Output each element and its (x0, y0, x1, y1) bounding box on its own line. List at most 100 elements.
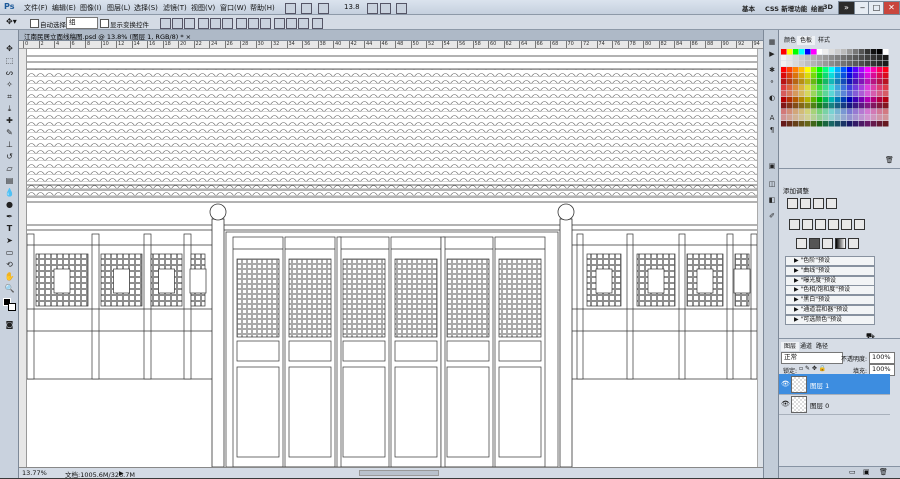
color-swatch[interactable] (787, 85, 793, 91)
color-swatch[interactable] (805, 109, 811, 115)
vibrance-icon[interactable] (789, 219, 800, 230)
color-swatch[interactable] (805, 103, 811, 109)
color-swatch[interactable] (817, 121, 823, 127)
auto-select-dropdown[interactable]: 组 (66, 17, 98, 29)
minibridge-icon[interactable] (301, 3, 312, 14)
color-swatch[interactable] (835, 121, 841, 127)
color-swatch[interactable] (865, 49, 871, 55)
shape-icon[interactable]: ▭ (3, 248, 16, 258)
color-swatch[interactable] (823, 103, 829, 109)
color-swatch[interactable] (871, 121, 877, 127)
color-swatch[interactable] (787, 61, 793, 67)
color-swatch[interactable] (799, 61, 805, 67)
color-swatch[interactable] (853, 79, 859, 85)
color-swatch[interactable] (781, 73, 787, 79)
color-swatch[interactable] (805, 115, 811, 121)
menu-image[interactable]: 图像(I) (80, 3, 102, 13)
hue-sat-icon[interactable] (802, 219, 813, 230)
color-swatch[interactable] (823, 73, 829, 79)
color-swatch[interactable] (883, 67, 889, 73)
blend-mode-dropdown[interactable]: 正常 (781, 352, 843, 364)
threshold-icon[interactable] (822, 238, 833, 249)
color-swatch[interactable] (883, 73, 889, 79)
show-transform-checkbox[interactable] (100, 19, 109, 28)
menu-view[interactable]: 视图(V) (191, 3, 215, 13)
color-swatch[interactable] (859, 55, 865, 61)
color-swatch[interactable] (799, 79, 805, 85)
adjustment-preset-item[interactable]: ▶ "色相/饱和度"预设 (785, 285, 875, 296)
color-swatch[interactable] (847, 121, 853, 127)
paragraph-panel-icon[interactable]: ¶ (767, 126, 777, 135)
color-swatch[interactable] (823, 67, 829, 73)
align-bottom-icon[interactable] (184, 18, 195, 29)
color-swatch[interactable] (859, 115, 865, 121)
color-swatch[interactable] (811, 115, 817, 121)
color-swatch[interactable] (871, 55, 877, 61)
color-swatch[interactable] (781, 79, 787, 85)
color-swatch[interactable] (871, 73, 877, 79)
color-swatch[interactable] (859, 109, 865, 115)
color-swatch[interactable] (847, 103, 853, 109)
color-swatch[interactable] (859, 97, 865, 103)
color-swatch[interactable] (787, 91, 793, 97)
color-swatch[interactable] (877, 79, 883, 85)
levels-icon[interactable] (800, 198, 811, 209)
hand-icon[interactable]: ✋ (3, 272, 16, 282)
magic-wand-icon[interactable]: ✧ (3, 80, 16, 90)
move-tool-icon[interactable]: ✥ (3, 44, 16, 54)
color-swatch[interactable] (781, 97, 787, 103)
color-swatch[interactable] (829, 55, 835, 61)
color-swatch[interactable] (841, 85, 847, 91)
menu-file[interactable]: 文件(F) (24, 3, 48, 13)
color-swatch[interactable] (787, 73, 793, 79)
color-swatch[interactable] (877, 91, 883, 97)
color-swatch[interactable] (817, 97, 823, 103)
navigator-panel-icon[interactable]: ◫ (767, 180, 777, 189)
color-swatch[interactable] (787, 97, 793, 103)
color-swatch[interactable] (811, 97, 817, 103)
auto-select-checkbox[interactable] (30, 19, 39, 28)
color-swatch[interactable] (823, 97, 829, 103)
adjustment-preset-item[interactable]: ▶ "色阶"预设 (785, 256, 875, 266)
color-swatch[interactable] (793, 121, 799, 127)
color-swatch[interactable] (787, 79, 793, 85)
color-swatch[interactable] (865, 103, 871, 109)
color-swatch[interactable] (883, 49, 889, 55)
color-swatch[interactable] (829, 103, 835, 109)
color-swatch[interactable] (817, 55, 823, 61)
color-swatch[interactable] (805, 49, 811, 55)
color-swatch[interactable] (799, 103, 805, 109)
color-swatch[interactable] (823, 121, 829, 127)
color-swatch[interactable] (853, 85, 859, 91)
color-swatch[interactable] (841, 91, 847, 97)
color-swatch[interactable] (853, 109, 859, 115)
color-swatch[interactable] (847, 73, 853, 79)
color-swatch[interactable] (865, 67, 871, 73)
color-swatch[interactable] (883, 115, 889, 121)
color-swatch[interactable] (871, 115, 877, 121)
zoom-icon[interactable]: 🔍 (3, 284, 16, 294)
color-swatch[interactable] (847, 109, 853, 115)
eraser-icon[interactable]: ▱ (3, 164, 16, 174)
color-swatch[interactable] (841, 79, 847, 85)
lock-icons[interactable]: ▫ ✎ ✥ 🔒 (799, 365, 826, 372)
color-swatch[interactable] (787, 103, 793, 109)
layer-row[interactable]: 👁 图层 0 (779, 394, 890, 415)
color-swatch[interactable] (823, 55, 829, 61)
color-swatch[interactable] (787, 49, 793, 55)
color-swatch[interactable] (865, 115, 871, 121)
color-swatch[interactable] (799, 91, 805, 97)
history-brush-icon[interactable]: ↺ (3, 152, 16, 162)
marquee-icon[interactable]: ⬚ (3, 56, 16, 66)
color-swatch[interactable] (799, 109, 805, 115)
eyedropper-icon[interactable]: ⤓ (3, 104, 16, 114)
color-swatch[interactable] (781, 61, 787, 67)
gradient-map-icon[interactable] (835, 238, 846, 249)
color-swatch[interactable] (799, 73, 805, 79)
color-swatch[interactable] (781, 67, 787, 73)
adjustment-preset-item[interactable]: ▶ "通道混和器"预设 (785, 305, 875, 315)
color-swatch[interactable] (817, 85, 823, 91)
menu-select[interactable]: 选择(S) (134, 3, 158, 13)
color-swatch[interactable] (859, 73, 865, 79)
color-swatch[interactable] (805, 85, 811, 91)
